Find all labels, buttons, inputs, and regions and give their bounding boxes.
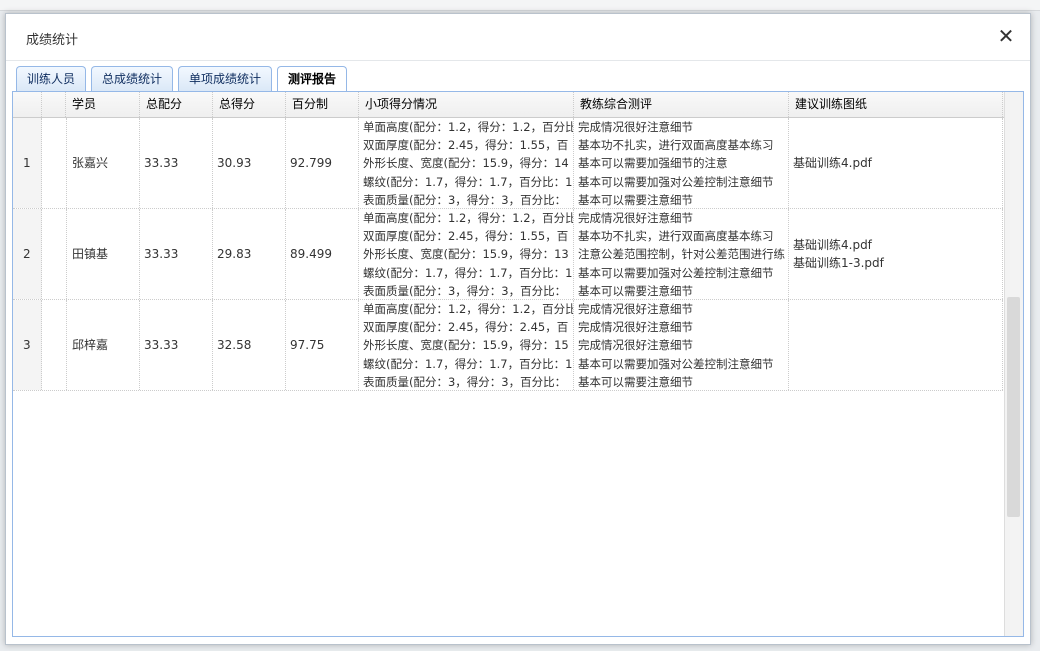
tab-total-scores[interactable]: 总成绩统计 — [91, 66, 174, 91]
grid-header: 学员 总配分 总得分 百分制 小项得分情况 教练综合测评 建议训练图纸 — [13, 92, 1005, 118]
percent-score: 92.799 — [286, 118, 359, 208]
item-score-line: 螺纹(配分：1.7，得分：1.7，百分比：1 — [363, 356, 573, 371]
item-score-line: 单面高度(配分：1.2，得分：1.2，百分比 — [363, 302, 574, 316]
total-points: 33.33 — [140, 118, 213, 208]
header-trainee[interactable]: 学员 — [66, 92, 140, 117]
item-scores-cell: 单面高度(配分：1.2，得分：1.2，百分比 双面厚度(配分：2.45，得分：1… — [359, 209, 574, 299]
tab-evaluation-report[interactable]: 测评报告 — [277, 66, 348, 92]
item-score-line: 外形长度、宽度(配分：15.9，得分：13 — [363, 247, 569, 262]
evaluation-line: 基本可以需要注意细节 — [578, 374, 693, 389]
evaluation-report-panel: 学员 总配分 总得分 百分制 小项得分情况 教练综合测评 建议训练图纸 1 张嘉… — [12, 91, 1024, 637]
row-check-cell — [42, 300, 67, 390]
drawings-cell: 基础训练4.pdf 基础训练1-3.pdf — [789, 209, 1003, 299]
drawings-cell — [789, 300, 1003, 390]
evaluation-line: 基本可以需要注意细节 — [578, 283, 693, 298]
evaluation-line: 基本可以需要加强对公差控制注意细节 — [578, 174, 774, 189]
evaluation-line: 基本可以需要加强对公差控制注意细节 — [578, 265, 774, 280]
trainee-name: 田镇基 — [66, 209, 140, 299]
row-check-cell — [42, 209, 67, 299]
total-score: 32.58 — [213, 300, 286, 390]
trainee-name: 邱梓嘉 — [66, 300, 140, 390]
score-statistics-dialog: 成绩统计 ✕ 训练人员 总成绩统计 单项成绩统计 测评报告 学员 总配分 总得分… — [5, 13, 1031, 645]
item-score-line: 螺纹(配分：1.7，得分：1.7，百分比：1 — [363, 174, 573, 189]
header-total-points[interactable]: 总配分 — [140, 92, 213, 117]
evaluation-line: 完成情况很好注意细节 — [578, 320, 693, 335]
evaluation-line: 基本可以需要加强对公差控制注意细节 — [578, 356, 774, 371]
coach-evaluation-cell: 完成情况很好注意细节 基本功不扎实，进行双面高度基本练习 注意公差范围控制，针对… — [574, 209, 789, 299]
item-score-line: 单面高度(配分：1.2，得分：1.2，百分比 — [363, 211, 574, 225]
header-total-score[interactable]: 总得分 — [213, 92, 286, 117]
backdrop — [0, 0, 1040, 11]
item-score-line: 表面质量(配分：3，得分：3，百分比： — [363, 283, 567, 298]
row-number: 2 — [13, 209, 42, 299]
total-points: 33.33 — [140, 300, 213, 390]
item-score-line: 双面厚度(配分：2.45，得分：1.55，百 — [363, 138, 569, 153]
item-score-line: 表面质量(配分：3，得分：3，百分比： — [363, 374, 567, 389]
row-check-cell — [42, 118, 67, 208]
total-score: 30.93 — [213, 118, 286, 208]
tab-bar: 训练人员 总成绩统计 单项成绩统计 测评报告 — [16, 66, 352, 92]
header-percent[interactable]: 百分制 — [286, 92, 359, 117]
evaluation-line: 基本功不扎实，进行双面高度基本练习 — [578, 229, 774, 244]
table-row[interactable]: 3 邱梓嘉 33.33 32.58 97.75 单面高度(配分：1.2，得分：1… — [13, 300, 1003, 391]
drawing-file-link[interactable]: 基础训练4.pdf — [793, 154, 1002, 172]
tab-trainees[interactable]: 训练人员 — [16, 66, 87, 91]
total-score: 29.83 — [213, 209, 286, 299]
close-icon[interactable]: ✕ — [996, 26, 1016, 46]
item-score-line: 双面厚度(配分：2.45，得分：1.55，百 — [363, 229, 569, 244]
evaluation-grid: 学员 总配分 总得分 百分制 小项得分情况 教练综合测评 建议训练图纸 1 张嘉… — [13, 92, 1023, 636]
item-scores-cell: 单面高度(配分：1.2，得分：1.2，百分比 双面厚度(配分：2.45，得分：1… — [359, 118, 574, 208]
table-row[interactable]: 1 张嘉兴 33.33 30.93 92.799 单面高度(配分：1.2，得分：… — [13, 118, 1003, 209]
tab-item-scores[interactable]: 单项成绩统计 — [178, 66, 273, 91]
evaluation-line: 基本可以需要注意细节 — [578, 192, 693, 207]
percent-score: 97.75 — [286, 300, 359, 390]
drawing-file-link[interactable]: 基础训练1-3.pdf — [793, 254, 1002, 272]
drawing-file-link[interactable]: 基础训练4.pdf — [793, 236, 1002, 254]
header-suggested-drawings[interactable]: 建议训练图纸 — [789, 92, 1003, 117]
row-number: 3 — [13, 300, 42, 390]
total-points: 33.33 — [140, 209, 213, 299]
header-check — [42, 92, 66, 117]
evaluation-line: 注意公差范围控制，针对公差范围进行练 — [578, 247, 785, 262]
dialog-header: 成绩统计 ✕ — [6, 14, 1030, 61]
item-score-line: 单面高度(配分：1.2，得分：1.2，百分比 — [363, 120, 574, 134]
evaluation-line: 完成情况很好注意细节 — [578, 211, 693, 225]
coach-evaluation-cell: 完成情况很好注意细节 基本功不扎实，进行双面高度基本练习 基本可以需要加强细节的… — [574, 118, 789, 208]
trainee-name: 张嘉兴 — [66, 118, 140, 208]
item-scores-cell: 单面高度(配分：1.2，得分：1.2，百分比 双面厚度(配分：2.45，得分：2… — [359, 300, 574, 390]
dialog-title: 成绩统计 — [26, 33, 79, 48]
evaluation-line: 完成情况很好注意细节 — [578, 302, 693, 316]
drawings-cell: 基础训练4.pdf — [789, 118, 1003, 208]
header-rownum — [13, 92, 42, 117]
header-coach-evaluation[interactable]: 教练综合测评 — [574, 92, 789, 117]
table-row[interactable]: 2 田镇基 33.33 29.83 89.499 单面高度(配分：1.2，得分：… — [13, 209, 1003, 300]
vertical-scrollbar[interactable] — [1004, 92, 1023, 636]
evaluation-line: 基本可以需要加强细节的注意 — [578, 156, 728, 171]
percent-score: 89.499 — [286, 209, 359, 299]
item-score-line: 双面厚度(配分：2.45，得分：2.45，百 — [363, 320, 569, 335]
evaluation-line: 基本功不扎实，进行双面高度基本练习 — [578, 138, 774, 153]
item-score-line: 外形长度、宽度(配分：15.9，得分：14 — [363, 156, 569, 171]
evaluation-line: 完成情况很好注意细节 — [578, 338, 693, 353]
item-score-line: 螺纹(配分：1.7，得分：1.7，百分比：1 — [363, 265, 573, 280]
item-score-line: 外形长度、宽度(配分：15.9，得分：15 — [363, 338, 569, 353]
header-item-scores[interactable]: 小项得分情况 — [359, 92, 574, 117]
scrollbar-thumb[interactable] — [1007, 297, 1020, 517]
item-score-line: 表面质量(配分：3，得分：3，百分比： — [363, 192, 567, 207]
row-number: 1 — [13, 118, 42, 208]
evaluation-line: 完成情况很好注意细节 — [578, 120, 693, 134]
coach-evaluation-cell: 完成情况很好注意细节 完成情况很好注意细节 完成情况很好注意细节 基本可以需要加… — [574, 300, 789, 390]
